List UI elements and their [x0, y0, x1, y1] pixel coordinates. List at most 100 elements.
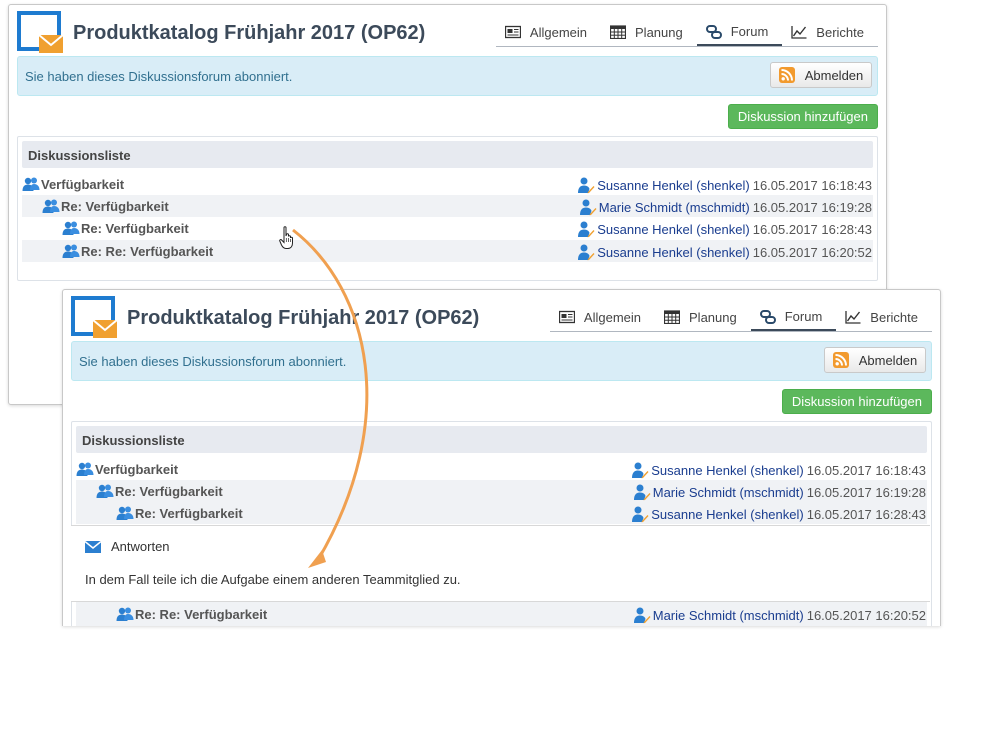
thread-subject: Verfügbarkeit [95, 461, 179, 477]
thread-author[interactable]: Susanne Henkel (shenkel) [597, 178, 749, 193]
page-header: Produktkatalog Frühjahr 2017 (OP62) Allg… [71, 290, 932, 338]
tab-reports[interactable]: Berichte [836, 304, 932, 330]
app-logo-icon [17, 11, 65, 55]
forum-window-after: Produktkatalog Frühjahr 2017 (OP62) Allg… [62, 289, 941, 626]
forum-icon [760, 310, 776, 324]
group-icon [116, 505, 134, 521]
tab-planning[interactable]: Planung [601, 19, 697, 45]
group-icon [96, 483, 114, 499]
message-detail: Antworten In dem Fall teile ich die Aufg… [71, 525, 930, 602]
subscription-message: Sie haben dieses Diskussionsforum abonni… [79, 354, 347, 369]
user-edit-icon [633, 606, 651, 624]
thread-date: 16.05.2017 16:20:52 [806, 607, 926, 623]
thread-date: 16.05.2017 16:18:43 [752, 177, 872, 193]
tab-label: Berichte [816, 24, 864, 40]
user-edit-icon [577, 176, 595, 194]
group-icon [62, 220, 80, 236]
group-icon [76, 461, 94, 477]
thread-subject: Re: Re: Verfügbarkeit [135, 606, 268, 622]
thread-date: 16.05.2017 16:19:28 [806, 484, 926, 500]
thread-author[interactable]: Marie Schmidt (mschmidt) [653, 608, 804, 623]
user-edit-icon [579, 198, 597, 216]
thread-subject: Re: Verfügbarkeit [115, 483, 223, 499]
add-discussion-button[interactable]: Diskussion hinzufügen [781, 389, 932, 414]
subscription-message: Sie haben dieses Diskussionsforum abonni… [25, 69, 293, 84]
user-edit-icon [577, 243, 595, 261]
envelope-icon [85, 541, 101, 553]
thread-row[interactable]: Re: Re: Verfügbarkeit Susanne Henkel (sh… [22, 240, 873, 262]
forum-icon [706, 25, 722, 39]
thread-date: 16.05.2017 16:28:43 [806, 506, 926, 522]
thread-subject: Re: Verfügbarkeit [135, 505, 243, 521]
general-icon [559, 310, 575, 324]
tab-general[interactable]: Allgemein [550, 304, 655, 330]
unsubscribe-label: Abmelden [804, 67, 864, 83]
tab-forum[interactable]: Forum [696, 19, 783, 46]
thread-subject: Re: Re: Verfügbarkeit [81, 243, 214, 259]
thread-author[interactable]: Susanne Henkel (shenkel) [651, 507, 803, 522]
rss-icon [779, 67, 795, 83]
tab-general[interactable]: Allgemein [496, 19, 601, 45]
message-body: In dem Fall teile ich die Aufgabe einem … [85, 572, 461, 587]
tab-label: Berichte [870, 309, 918, 325]
thread-author[interactable]: Marie Schmidt (mschmidt) [653, 485, 804, 500]
thread-row[interactable]: Re: Verfügbarkeit Marie Schmidt (mschmid… [76, 480, 927, 502]
thread-subject: Verfügbarkeit [41, 176, 125, 192]
thread-subject: Re: Verfügbarkeit [81, 220, 189, 236]
thread-row[interactable]: Re: Verfügbarkeit Susanne Henkel (shenke… [22, 217, 873, 239]
thread-date: 16.05.2017 16:28:43 [752, 221, 872, 237]
group-icon [22, 176, 40, 192]
thread-author[interactable]: Susanne Henkel (shenkel) [651, 463, 803, 478]
tab-reports[interactable]: Berichte [782, 19, 878, 45]
user-edit-icon [631, 461, 649, 479]
thread-date: 16.05.2017 16:19:28 [752, 199, 872, 215]
chart-icon [791, 25, 807, 39]
thread-author[interactable]: Susanne Henkel (shenkel) [597, 222, 749, 237]
unsubscribe-label: Abmelden [858, 352, 918, 368]
tab-label: Allgemein [529, 24, 588, 40]
discussion-list-header: Diskussionsliste [22, 141, 873, 168]
thread-author[interactable]: Marie Schmidt (mschmidt) [599, 200, 750, 215]
discussion-list-title: Diskussionsliste [82, 433, 185, 448]
page-title: Produktkatalog Frühjahr 2017 (OP62) [73, 22, 426, 44]
reply-label: Antworten [111, 539, 170, 554]
thread-author[interactable]: Susanne Henkel (shenkel) [597, 245, 749, 260]
unsubscribe-button[interactable]: Abmelden [824, 347, 926, 373]
general-icon [505, 25, 521, 39]
chart-icon [845, 310, 861, 324]
tab-label: Forum [784, 309, 823, 324]
thread-subject: Re: Verfügbarkeit [61, 198, 169, 214]
tab-planning[interactable]: Planung [655, 304, 751, 330]
hand-cursor-icon [279, 226, 293, 249]
user-edit-icon [577, 220, 595, 238]
reply-action[interactable]: Antworten [85, 539, 170, 554]
group-icon [62, 243, 80, 259]
thread-row[interactable]: Re: Verfügbarkeit Marie Schmidt (mschmid… [22, 195, 873, 217]
page-header: Produktkatalog Frühjahr 2017 (OP62) Allg… [17, 5, 878, 53]
tab-bar: Allgemein Planung Forum Berichte [549, 304, 932, 332]
user-edit-icon [633, 483, 651, 501]
discussion-list-panel: Diskussionsliste Verfügbarkeit Susanne H… [17, 136, 878, 281]
tab-bar: Allgemein Planung Forum Berichte [495, 19, 878, 47]
thread-date: 16.05.2017 16:20:52 [752, 244, 872, 260]
thread-date: 16.05.2017 16:18:43 [806, 462, 926, 478]
calendar-icon [610, 25, 626, 39]
page-title: Produktkatalog Frühjahr 2017 (OP62) [127, 307, 480, 329]
unsubscribe-button[interactable]: Abmelden [770, 62, 872, 88]
thread-row-selected[interactable]: Re: Verfügbarkeit Susanne Henkel (shenke… [76, 502, 927, 524]
thread-row[interactable]: Re: Re: Verfügbarkeit Marie Schmidt (msc… [76, 601, 927, 626]
add-discussion-button[interactable]: Diskussion hinzufügen [727, 104, 878, 129]
discussion-list-header: Diskussionsliste [76, 426, 927, 453]
tab-label: Allgemein [583, 309, 642, 325]
app-logo-icon [71, 296, 119, 340]
tab-forum[interactable]: Forum [750, 304, 837, 331]
thread-row[interactable]: Verfügbarkeit Susanne Henkel (shenkel) 1… [76, 458, 927, 480]
group-icon [116, 606, 134, 622]
subscription-alert: Sie haben dieses Diskussionsforum abonni… [71, 341, 932, 381]
group-icon [42, 198, 60, 214]
rss-icon [833, 352, 849, 368]
user-edit-icon [631, 505, 649, 523]
thread-row[interactable]: Verfügbarkeit Susanne Henkel (shenkel) 1… [22, 173, 873, 195]
subscription-alert: Sie haben dieses Diskussionsforum abonni… [17, 56, 878, 96]
calendar-icon [664, 310, 680, 324]
